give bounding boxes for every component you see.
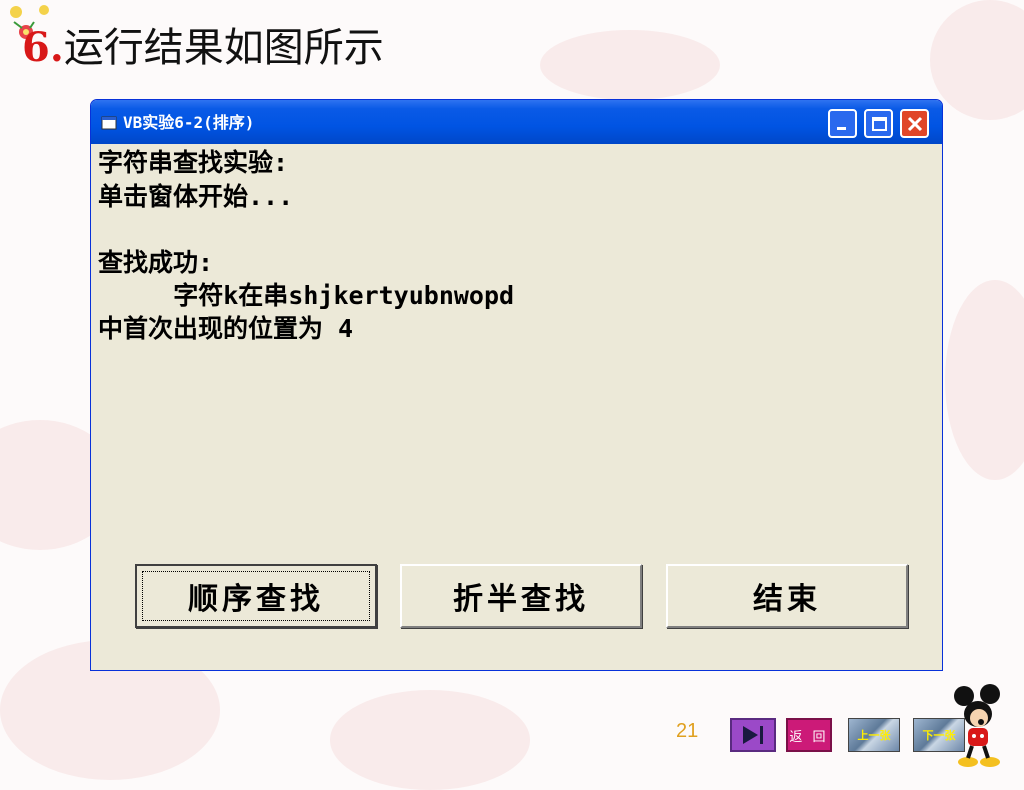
minimize-button[interactable] — [828, 109, 857, 138]
output-line: 字符串查找实验: — [98, 148, 289, 177]
minimize-icon — [837, 127, 846, 130]
window-titlebar[interactable]: VB实验6-2(排序) — [91, 100, 942, 144]
slide-title: 6.运行结果如图所示 — [22, 22, 384, 74]
return-button[interactable]: 返 回 — [786, 718, 832, 752]
slide-title-text: 运行结果如图所示 — [63, 25, 384, 71]
window-app-icon — [101, 116, 117, 130]
window-title: VB实验6-2(排序) — [123, 113, 255, 132]
maximize-icon — [872, 117, 887, 131]
bg-blot — [540, 30, 720, 100]
mickey-mouse-icon — [954, 684, 1000, 767]
page-number: 21 — [676, 720, 699, 742]
close-button[interactable] — [900, 109, 929, 138]
end-button[interactable]: 结束 — [666, 564, 908, 628]
play-end-icon — [743, 726, 763, 744]
vb-window: VB实验6-2(排序) 字符串查找实验: 单击窗体开始... 查找成功: 字符k… — [90, 99, 943, 671]
output-line: 查找成功: — [98, 248, 214, 277]
bg-blot — [930, 0, 1024, 120]
play-button[interactable] — [730, 718, 776, 752]
bg-blot — [330, 690, 530, 790]
sequential-search-button[interactable]: 顺序查找 — [135, 564, 377, 628]
close-icon — [907, 116, 923, 132]
form-client-area[interactable]: 字符串查找实验: 单击窗体开始... 查找成功: 字符k在串shjkertyub… — [95, 144, 938, 666]
binary-search-button[interactable]: 折半查找 — [400, 564, 642, 628]
output-line: 单击窗体开始... — [98, 182, 294, 211]
bg-blot — [945, 280, 1024, 480]
output-line: 字符k在串shjkertyubnwopd — [98, 281, 515, 310]
maximize-button[interactable] — [864, 109, 893, 138]
slide-title-number: 6. — [22, 24, 64, 71]
output-line: 中首次出现的位置为 4 — [98, 314, 354, 343]
prev-slide-button[interactable]: 上一张 — [848, 718, 900, 752]
